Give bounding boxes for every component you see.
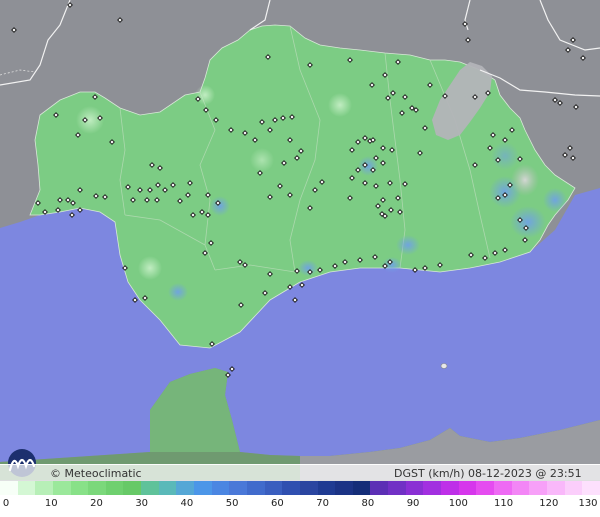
scale-swatch bbox=[423, 481, 442, 495]
scale-swatch bbox=[493, 481, 512, 495]
scale-swatch bbox=[141, 481, 159, 495]
scale-swatch bbox=[211, 481, 230, 495]
scale-swatch bbox=[229, 481, 247, 495]
scale-swatch bbox=[264, 481, 283, 495]
scale-swatch bbox=[388, 481, 406, 495]
scale-swatch bbox=[35, 481, 53, 495]
scale-tick-label: 130 bbox=[578, 498, 598, 509]
scale-swatch bbox=[246, 481, 265, 495]
scale-swatch bbox=[176, 481, 195, 495]
scale-tick-label: 30 bbox=[135, 498, 149, 509]
scale-swatch bbox=[546, 481, 565, 495]
scale-swatch bbox=[564, 481, 583, 495]
scale-swatch bbox=[582, 481, 600, 495]
scale-swatch bbox=[88, 481, 106, 495]
scale-tick-label: 70 bbox=[316, 498, 329, 509]
scale-swatch bbox=[194, 481, 212, 495]
scale-swatch bbox=[458, 481, 477, 495]
color-scale-legend: 0 10 20 30 40 50 60 70 80 90 100 110 120 130 bbox=[0, 481, 600, 517]
scale-swatch bbox=[52, 481, 71, 495]
scale-swatch bbox=[335, 481, 353, 495]
color-scale-bar bbox=[0, 481, 600, 495]
scale-swatch bbox=[105, 481, 124, 495]
scale-swatch bbox=[370, 481, 389, 495]
scale-tick-label: 100 bbox=[448, 498, 468, 509]
scale-swatch bbox=[299, 481, 318, 495]
scale-swatch bbox=[282, 481, 300, 495]
wind-gust-map[interactable] bbox=[0, 0, 600, 480]
scale-swatch bbox=[123, 481, 142, 495]
map-variable: DGST (km/h) bbox=[394, 467, 465, 480]
scale-tick-label: 90 bbox=[406, 498, 420, 509]
scale-tick-label: 0 bbox=[2, 498, 10, 509]
scale-swatch bbox=[529, 481, 547, 495]
scale-tick-label: 10 bbox=[44, 498, 58, 509]
scale-tick-label: 60 bbox=[271, 498, 284, 509]
map-credit: © Meteoclimatic bbox=[50, 467, 142, 480]
scale-swatch bbox=[511, 481, 530, 495]
scale-tick-label: 80 bbox=[361, 498, 375, 509]
scale-tick-label: 110 bbox=[493, 498, 514, 509]
scale-tick-label: 20 bbox=[90, 498, 103, 509]
scale-swatch bbox=[441, 481, 459, 495]
scale-swatch bbox=[0, 481, 18, 495]
scale-swatch bbox=[476, 481, 494, 495]
alboran-island bbox=[440, 363, 448, 369]
scale-swatch bbox=[158, 481, 177, 495]
scale-tick-label: 50 bbox=[225, 498, 239, 509]
scale-swatch bbox=[352, 481, 371, 495]
scale-swatch bbox=[317, 481, 336, 495]
map-info-bar: © Meteoclimatic DGST (km/h) 08-12-2023 @… bbox=[0, 464, 600, 495]
map-view: © Meteoclimatic DGST (km/h) 08-12-2023 @… bbox=[0, 0, 600, 517]
scale-swatch bbox=[405, 481, 424, 495]
scale-swatch bbox=[70, 481, 89, 495]
scale-swatch bbox=[17, 481, 36, 495]
scale-tick-label: 40 bbox=[180, 498, 194, 509]
scale-tick-label: 120 bbox=[539, 498, 559, 509]
